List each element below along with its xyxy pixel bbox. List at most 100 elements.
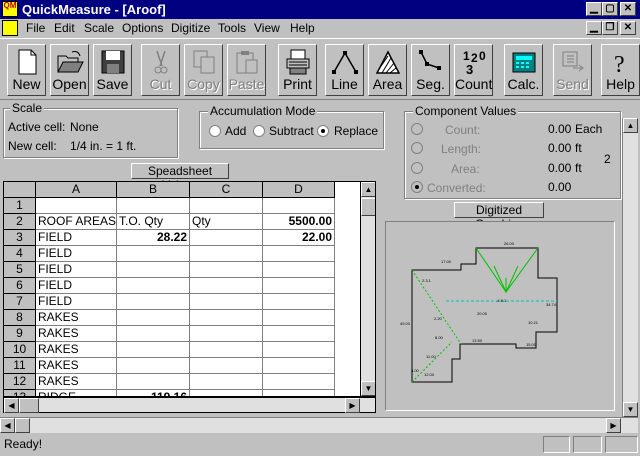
cell-b[interactable]: T.O. Qty xyxy=(117,214,190,230)
menu-digitize[interactable]: Digitize xyxy=(171,21,210,35)
length-radio[interactable] xyxy=(411,142,423,154)
converted-radio[interactable] xyxy=(411,181,423,193)
cell-b[interactable] xyxy=(117,342,190,358)
send-button[interactable]: Send xyxy=(553,44,592,96)
cell-a[interactable]: RAKES xyxy=(36,374,117,390)
count-button[interactable]: 1 2 0 3 Count xyxy=(454,44,493,96)
column-header-c[interactable]: C xyxy=(190,182,263,198)
cell-a[interactable] xyxy=(36,198,117,214)
menu-scale[interactable]: Scale xyxy=(84,21,114,35)
menu-file[interactable]: File xyxy=(26,21,45,35)
row-header[interactable]: 1 xyxy=(4,198,36,214)
cell-c[interactable] xyxy=(190,358,263,374)
cell-c[interactable] xyxy=(190,342,263,358)
close-button[interactable]: ✕ xyxy=(620,2,636,16)
cell-c[interactable] xyxy=(190,390,263,396)
cell-b[interactable] xyxy=(117,278,190,294)
scroll-left-arrow-icon[interactable]: ◀ xyxy=(4,398,19,413)
spreadsheet-grid[interactable]: A B C D 1 2 ROOF AREAS T.O. Qty Qty 5500.00 3 FIELD… xyxy=(3,181,376,397)
cell-b[interactable] xyxy=(117,358,190,374)
cell-d[interactable] xyxy=(263,262,335,278)
doc-restore-button[interactable]: ❐ xyxy=(602,21,618,35)
cell-b[interactable] xyxy=(117,326,190,342)
cell-d[interactable] xyxy=(263,390,335,396)
row-header[interactable]: 10 xyxy=(4,342,36,358)
cell-b[interactable] xyxy=(117,294,190,310)
menu-edit[interactable]: Edit xyxy=(54,21,75,35)
digitized-graphics-canvas[interactable]: 26.00 17.00 2.3.1 49.00 20.00 -4.5.1 34.… xyxy=(385,221,615,411)
subtract-radio[interactable] xyxy=(253,125,265,137)
main-scroll-down-arrow-icon[interactable]: ▼ xyxy=(623,402,638,417)
cell-b[interactable] xyxy=(117,374,190,390)
cell-b[interactable]: 119.16 xyxy=(117,390,190,396)
cell-d[interactable] xyxy=(263,310,335,326)
column-header-b[interactable]: B xyxy=(117,182,190,198)
doc-minimize-button[interactable]: ▁ xyxy=(586,21,602,35)
cell-c[interactable] xyxy=(190,198,263,214)
column-header-d[interactable]: D xyxy=(263,182,335,198)
cell-c[interactable] xyxy=(190,230,263,246)
replace-radio[interactable] xyxy=(317,125,329,137)
cell-c[interactable]: Qty xyxy=(190,214,263,230)
cell-b[interactable] xyxy=(117,262,190,278)
row-header[interactable]: 7 xyxy=(4,294,36,310)
scroll-up-arrow-icon[interactable]: ▲ xyxy=(361,182,375,197)
cell-c[interactable] xyxy=(190,294,263,310)
cell-c[interactable] xyxy=(190,310,263,326)
add-radio[interactable] xyxy=(209,125,221,137)
cell-b[interactable]: 28.22 xyxy=(117,230,190,246)
cell-b[interactable] xyxy=(117,246,190,262)
main-scroll-up-arrow-icon[interactable]: ▲ xyxy=(623,118,638,133)
cell-d[interactable] xyxy=(263,278,335,294)
cell-c[interactable] xyxy=(190,278,263,294)
row-header[interactable]: 3 xyxy=(4,230,36,246)
print-button[interactable]: Print xyxy=(278,44,317,96)
cell-d[interactable]: 22.00 xyxy=(263,230,335,246)
sheet-vertical-scrollbar[interactable]: ▲ ▼ xyxy=(360,182,375,396)
menu-tools[interactable]: Tools xyxy=(218,21,246,35)
main-scroll-left-arrow-icon[interactable]: ◀ xyxy=(0,418,15,433)
cell-a[interactable]: RIDGE xyxy=(36,390,117,396)
menu-options[interactable]: Options xyxy=(122,21,163,35)
paste-button[interactable]: Paste xyxy=(227,44,266,96)
cell-a[interactable]: FIELD xyxy=(36,262,117,278)
line-button[interactable]: Line xyxy=(325,44,364,96)
sheet-horizontal-scrollbar[interactable]: ◀ ▶ xyxy=(3,397,376,413)
row-header[interactable]: 4 xyxy=(4,246,36,262)
cell-a[interactable]: ROOF AREAS xyxy=(36,214,117,230)
cell-c[interactable] xyxy=(190,374,263,390)
column-header-a[interactable]: A xyxy=(36,182,117,198)
cell-a[interactable]: FIELD xyxy=(36,294,117,310)
main-horizontal-scrollbar[interactable]: ◀ ▶ xyxy=(0,417,638,433)
row-header[interactable]: 13 xyxy=(4,390,36,396)
count-radio[interactable] xyxy=(411,123,423,135)
open-button[interactable]: Open xyxy=(50,44,89,96)
scroll-thumb[interactable] xyxy=(361,198,375,216)
cell-a[interactable]: RAKES xyxy=(36,358,117,374)
row-header[interactable]: 2 xyxy=(4,214,36,230)
row-header[interactable]: 8 xyxy=(4,310,36,326)
menu-view[interactable]: View xyxy=(254,21,280,35)
copy-button[interactable]: Copy xyxy=(184,44,223,96)
cell-c[interactable] xyxy=(190,262,263,278)
cell-a[interactable]: RAKES xyxy=(36,326,117,342)
row-header[interactable]: 11 xyxy=(4,358,36,374)
cell-c[interactable] xyxy=(190,326,263,342)
row-header[interactable]: 5 xyxy=(4,262,36,278)
row-header[interactable]: 12 xyxy=(4,374,36,390)
cell-b[interactable] xyxy=(117,198,190,214)
calc-button[interactable]: Calc. xyxy=(504,44,543,96)
cell-d[interactable] xyxy=(263,342,335,358)
app-logo-icon[interactable]: QM xyxy=(2,1,18,17)
main-h-scroll-thumb[interactable] xyxy=(15,418,30,433)
cell-d[interactable] xyxy=(263,358,335,374)
new-button[interactable]: New xyxy=(7,44,46,96)
document-icon[interactable] xyxy=(2,20,18,36)
select-all-corner[interactable] xyxy=(4,182,36,198)
cell-a[interactable]: FIELD xyxy=(36,230,117,246)
area-radio[interactable] xyxy=(411,162,423,174)
help-button[interactable]: ? Help xyxy=(601,44,640,96)
h-scroll-thumb[interactable] xyxy=(19,398,39,413)
scroll-down-arrow-icon[interactable]: ▼ xyxy=(361,381,375,396)
cut-button[interactable]: Cut xyxy=(141,44,180,96)
